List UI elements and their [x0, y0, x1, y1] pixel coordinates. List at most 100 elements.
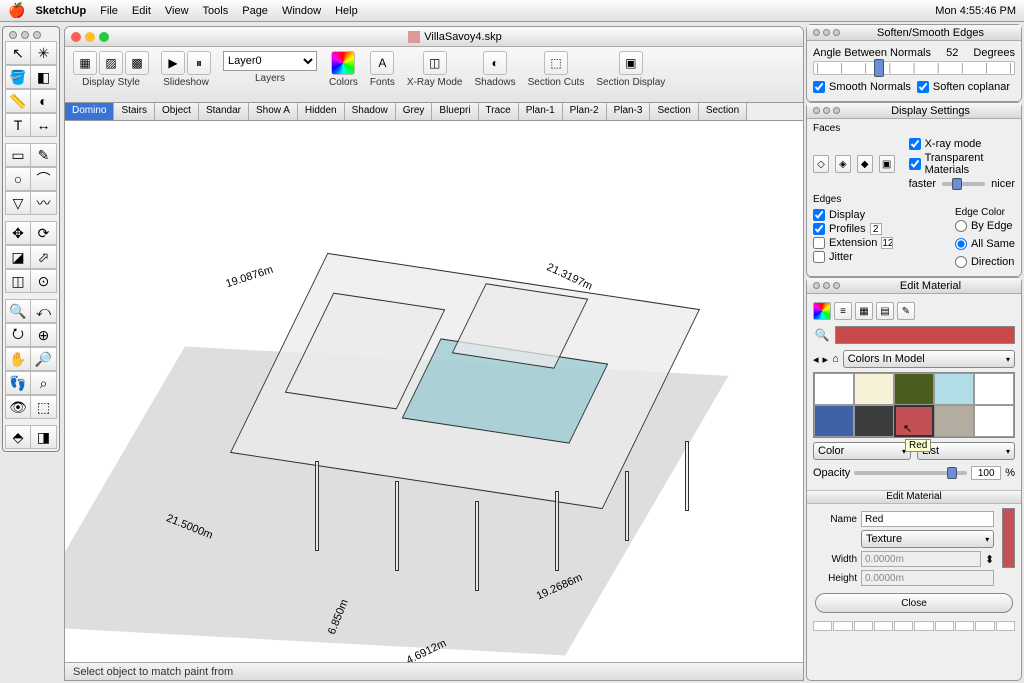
scene-tab-plan-2[interactable]: Plan-2: [563, 103, 607, 120]
scene-tab-object[interactable]: Object: [155, 103, 199, 120]
face-style-1-icon[interactable]: ◇: [813, 155, 829, 173]
extension-input[interactable]: [881, 237, 893, 249]
close-button[interactable]: Close: [815, 593, 1013, 613]
style-textured-icon[interactable]: ▩: [125, 51, 149, 75]
mode-list-select[interactable]: List▾: [917, 442, 1015, 460]
opacity-input[interactable]: [971, 466, 1001, 480]
pushpull-tool[interactable]: ◪: [5, 245, 31, 269]
play-icon[interactable]: ▶: [161, 51, 185, 75]
angle-slider[interactable]: |||||||||: [813, 61, 1015, 75]
scene-tab-plan-3[interactable]: Plan-3: [607, 103, 651, 120]
app-name[interactable]: SketchUp: [35, 5, 86, 17]
style-wire-icon[interactable]: ▦: [73, 51, 97, 75]
menu-file[interactable]: File: [100, 5, 118, 17]
profiles-checkbox[interactable]: [813, 223, 825, 235]
nav-back-icon[interactable]: ◂: [813, 353, 819, 366]
followme-tool[interactable]: ⬀: [31, 245, 57, 269]
menu-view[interactable]: View: [165, 5, 189, 17]
color-swatch[interactable]: [854, 373, 894, 405]
link-icon[interactable]: ⬍: [985, 553, 994, 566]
pan-tool[interactable]: ✋: [5, 347, 31, 371]
color-swatch[interactable]: [934, 405, 974, 437]
transparent-checkbox[interactable]: [909, 158, 921, 170]
model-viewport[interactable]: 19.0876m 21.3197m 21.5000m 19.2686m 6.85…: [65, 121, 803, 662]
arc-tool[interactable]: ⌒: [31, 167, 57, 191]
offset-tool[interactable]: ⊙: [31, 269, 57, 293]
eyedropper-icon[interactable]: ✎: [897, 302, 915, 320]
scene-tab-domino[interactable]: Domino: [65, 103, 114, 120]
face-style-4-icon[interactable]: ▣: [879, 155, 895, 173]
section-cuts-icon[interactable]: ⬚: [544, 51, 568, 75]
text-tool[interactable]: T: [5, 113, 31, 137]
color-wheel-icon[interactable]: [813, 302, 831, 320]
search-icon[interactable]: 🔍: [813, 326, 831, 344]
window-close-icon[interactable]: [71, 32, 81, 42]
scene-tab-shadow[interactable]: Shadow: [345, 103, 396, 120]
direction-radio[interactable]: [955, 256, 967, 268]
nav-fwd-icon[interactable]: ▸: [823, 353, 829, 366]
section-tool[interactable]: ⬚: [31, 395, 57, 419]
circle-tool[interactable]: ○: [5, 167, 31, 191]
shadows-icon[interactable]: ◐: [483, 51, 507, 75]
color-swatch[interactable]: [974, 405, 1014, 437]
library-select[interactable]: Colors In Model▾: [843, 350, 1015, 368]
tape-tool[interactable]: 📏: [5, 89, 31, 113]
zoom-extents-tool[interactable]: 🔍: [5, 299, 31, 323]
component-tool[interactable]: ⬘: [5, 425, 31, 449]
home-icon[interactable]: ⌂: [832, 353, 839, 365]
menu-help[interactable]: Help: [335, 5, 358, 17]
menu-page[interactable]: Page: [242, 5, 268, 17]
window-zoom-icon[interactable]: [99, 32, 109, 42]
walk-tool[interactable]: 👣: [5, 371, 31, 395]
color-swatch[interactable]: [814, 373, 854, 405]
display-checkbox[interactable]: [813, 209, 825, 221]
scene-tab-hidden[interactable]: Hidden: [298, 103, 345, 120]
scene-tab-plan-1[interactable]: Plan-1: [519, 103, 563, 120]
color-swatch[interactable]: [974, 373, 1014, 405]
menu-window[interactable]: Window: [282, 5, 321, 17]
axes-tool[interactable]: ✳: [31, 41, 57, 65]
face-style-3-icon[interactable]: ◆: [857, 155, 873, 173]
texture-select[interactable]: Texture▾: [861, 530, 994, 548]
orbit-tool[interactable]: ⭮: [5, 323, 31, 347]
xray-checkbox[interactable]: [909, 138, 921, 150]
eraser-tool[interactable]: ◧: [31, 65, 57, 89]
style-shaded-icon[interactable]: ▨: [99, 51, 123, 75]
select-tool[interactable]: ↖: [5, 41, 31, 65]
scene-tab-grey[interactable]: Grey: [396, 103, 433, 120]
jitter-checkbox[interactable]: [813, 251, 825, 263]
freehand-tool[interactable]: 〰: [31, 191, 57, 215]
extension-checkbox[interactable]: [813, 237, 825, 249]
xray-icon[interactable]: ◫: [423, 51, 447, 75]
mode-color-select[interactable]: Color▾: [813, 442, 911, 460]
fonts-icon[interactable]: A: [370, 51, 394, 75]
look-tool[interactable]: 👁: [5, 395, 31, 419]
scene-tab-bluepri[interactable]: Bluepri: [432, 103, 478, 120]
outliner-tool[interactable]: ◨: [31, 425, 57, 449]
menu-edit[interactable]: Edit: [132, 5, 151, 17]
position-tool[interactable]: ⊕: [31, 323, 57, 347]
move-tool[interactable]: ✥: [5, 221, 31, 245]
smooth-normals-checkbox[interactable]: [813, 81, 825, 93]
scene-tab-section[interactable]: Section: [699, 103, 747, 120]
line-tool[interactable]: ✎: [31, 143, 57, 167]
color-swatch[interactable]: [934, 373, 974, 405]
polygon-tool[interactable]: ▽: [5, 191, 31, 215]
color-swatch[interactable]: [854, 405, 894, 437]
opacity-slider[interactable]: [854, 471, 967, 475]
soften-coplanar-checkbox[interactable]: [917, 81, 929, 93]
scene-tab-standar[interactable]: Standar: [199, 103, 249, 120]
color-swatch[interactable]: [814, 405, 854, 437]
zoom-tool[interactable]: 🔎: [31, 347, 57, 371]
previous-tool[interactable]: ⤺: [31, 299, 57, 323]
section-display-icon[interactable]: ▣: [619, 51, 643, 75]
scene-tab-trace[interactable]: Trace: [479, 103, 519, 120]
apple-icon[interactable]: 🍎: [8, 2, 25, 19]
scale-tool[interactable]: ◫: [5, 269, 31, 293]
material-name-input[interactable]: [861, 511, 994, 527]
colors-icon[interactable]: [331, 51, 355, 75]
rotate-tool[interactable]: ⟳: [31, 221, 57, 245]
quality-slider[interactable]: [942, 182, 985, 186]
scene-tab-show a[interactable]: Show A: [249, 103, 298, 120]
protractor-tool[interactable]: ◐: [31, 89, 57, 113]
